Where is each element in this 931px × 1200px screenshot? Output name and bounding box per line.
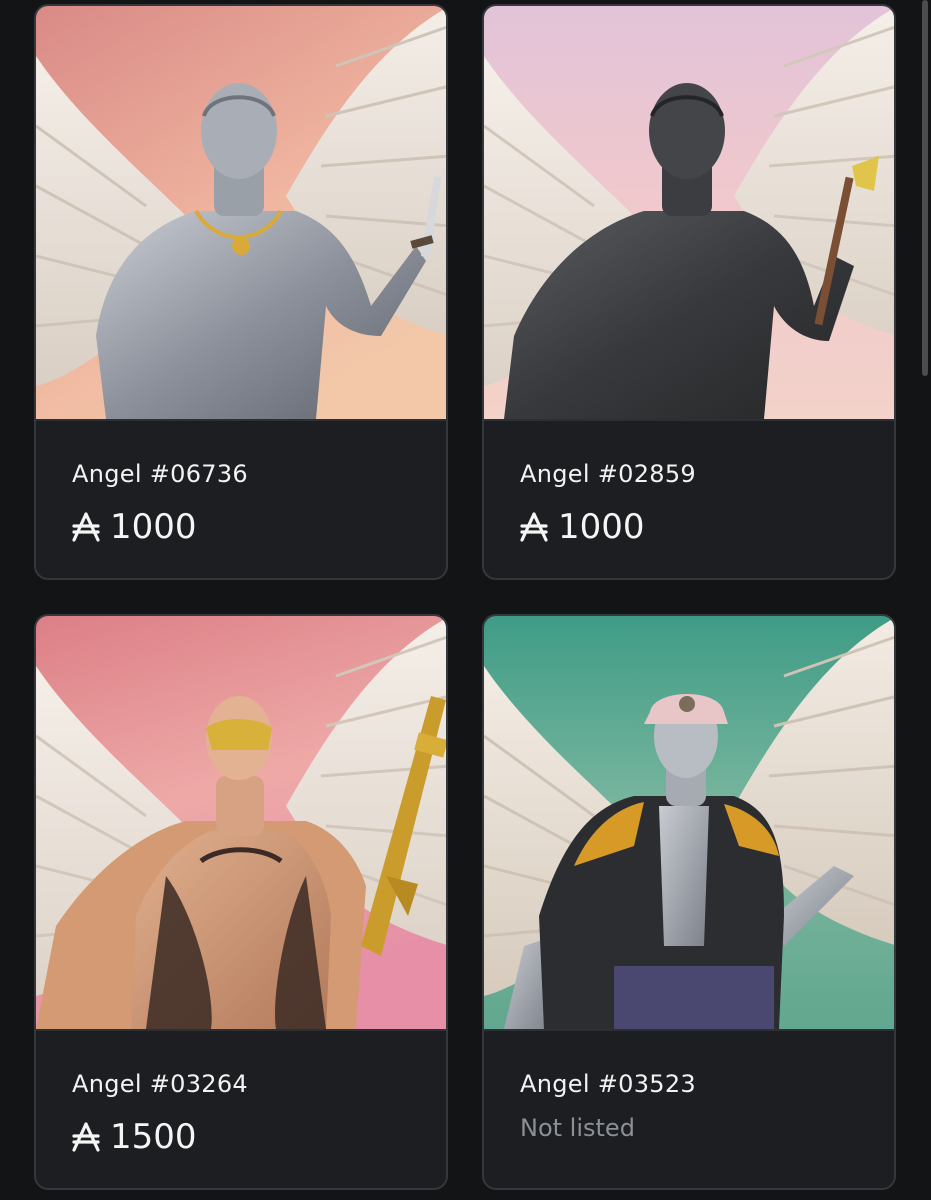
nft-name: Angel #02859 [520,460,696,488]
nft-image[interactable] [484,616,894,1031]
scrollbar-thumb[interactable] [922,0,928,376]
nft-card-02859[interactable]: Angel #02859 1000 [482,4,896,580]
nft-image[interactable] [484,6,894,421]
nft-name: Angel #03523 [520,1070,696,1098]
nft-price: 1000 [72,507,446,547]
nft-image[interactable] [36,6,446,421]
ada-icon [72,1122,100,1152]
listing-status: Not listed [520,1114,635,1142]
nft-price: 1500 [72,1117,446,1157]
nft-card-03264[interactable]: Angel #03264 1500 [34,614,448,1190]
nft-price: 1000 [520,507,894,547]
nft-price-value: 1000 [558,507,645,547]
nft-price-value: 1000 [110,507,197,547]
ada-icon [520,512,548,542]
nft-card-03523[interactable]: Angel #03523 Not listed [482,614,896,1190]
ada-icon [72,512,100,542]
angel-gallery: Angel #06736 1000 Angel #02859 1000 Ange… [0,0,931,1200]
nft-price-value: 1500 [110,1117,197,1157]
nft-image[interactable] [36,616,446,1031]
scrollbar[interactable] [922,0,928,380]
nft-name: Angel #06736 [72,460,248,488]
nft-name: Angel #03264 [72,1070,248,1098]
nft-card-06736[interactable]: Angel #06736 1000 [34,4,448,580]
